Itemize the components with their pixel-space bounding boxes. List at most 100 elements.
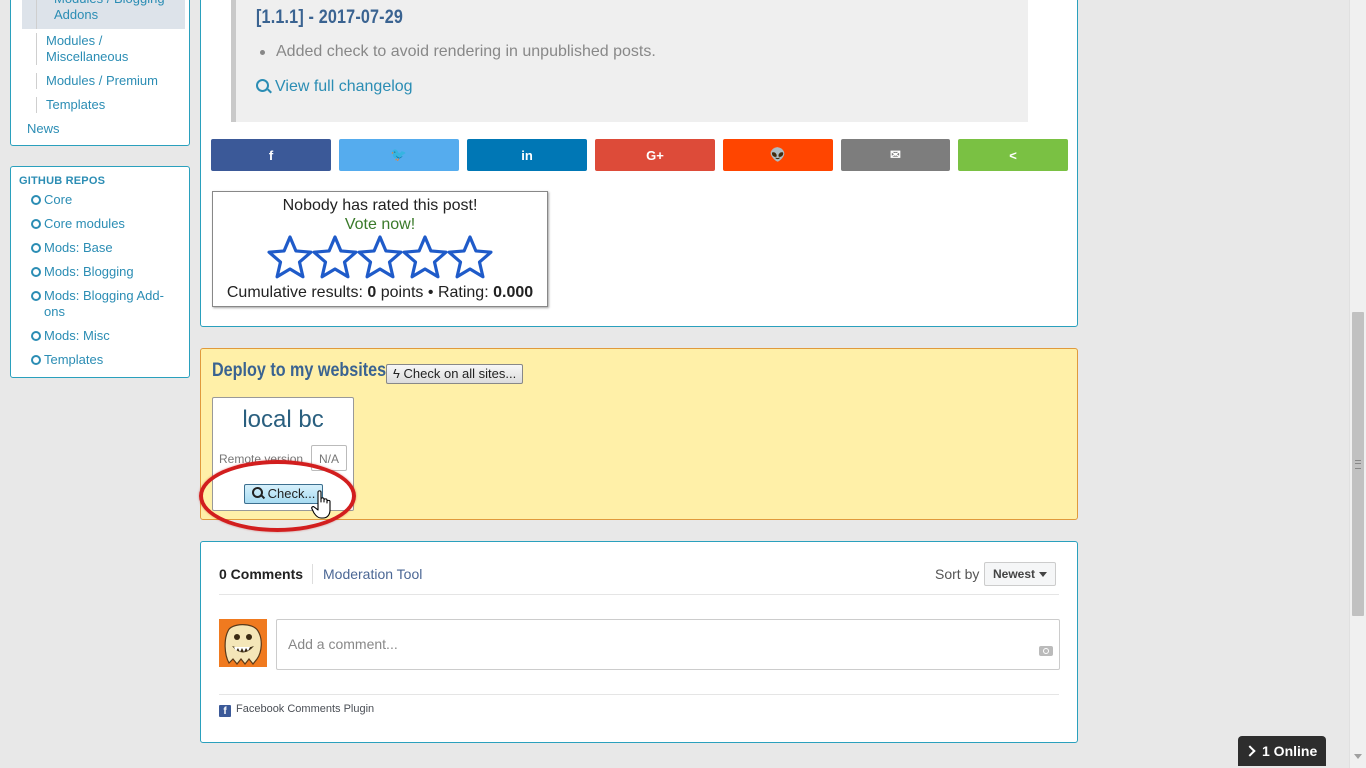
sidebar-item-label: Modules / Blogging Addons — [54, 0, 165, 22]
repo-label: Core — [44, 192, 73, 207]
sort-dropdown[interactable]: Newest — [984, 562, 1056, 586]
share-icon: < — [1009, 147, 1017, 163]
reddit-icon: 👽 — [769, 147, 787, 162]
sidebar-item-label: Templates — [46, 97, 106, 112]
share-button-facebook[interactable]: f — [211, 139, 331, 171]
post-card: [1.1.1] - 2017-07-29 Added check to avoi… — [200, 0, 1078, 327]
view-changelog-link[interactable]: View full changelog — [256, 78, 413, 96]
share-button-reddit[interactable]: 👽 — [723, 139, 833, 171]
sidebar-item-premium[interactable]: Modules / Premium — [36, 73, 188, 89]
scroll-down-icon[interactable] — [1354, 754, 1362, 759]
search-icon — [256, 79, 269, 92]
repo-link-mods-misc[interactable]: Mods: Misc — [31, 328, 181, 344]
star-icon[interactable] — [312, 235, 358, 279]
comments-count: 0 Comments — [219, 566, 304, 582]
scrollbar-thumb[interactable] — [1352, 312, 1364, 616]
plugin-label: Facebook Comments Plugin — [236, 703, 375, 715]
repo-link-mods-base[interactable]: Mods: Base — [31, 240, 181, 256]
remote-version-value: N/A — [311, 445, 347, 471]
star-icon[interactable] — [447, 235, 493, 279]
github-icon — [31, 243, 41, 253]
comment-input[interactable]: Add a comment... — [276, 619, 1060, 670]
page-scrollbar[interactable] — [1349, 0, 1366, 768]
vote-now-label: Vote now! — [344, 216, 416, 233]
moderation-tool-link[interactable]: Moderation Tool — [323, 566, 422, 582]
github-icon — [31, 219, 41, 229]
rating-label: Rating: — [437, 284, 489, 301]
github-icon — [31, 195, 41, 205]
github-repos-box: GITHUB REPOS Core Core modules Mods: Bas… — [10, 166, 190, 378]
share-button-twitter[interactable]: 🐦 — [339, 139, 459, 171]
changelog-box: [1.1.1] - 2017-07-29 Added check to avoi… — [231, 0, 1028, 122]
sidebar-item-miscellaneous[interactable]: Modules / Miscellaneous — [36, 33, 188, 65]
sidebar-item-label: Modules / Miscellaneous — [46, 33, 129, 64]
rating-widget: Nobody has rated this post! Vote now! Cu… — [212, 191, 548, 307]
divider — [219, 594, 1059, 595]
sidebar-nav: Modules / Blogging Addons Modules / Misc… — [10, 0, 190, 146]
github-icon — [31, 355, 41, 365]
divider — [219, 694, 1059, 695]
search-icon — [251, 487, 263, 498]
check-label: Check... — [267, 486, 316, 501]
chevron-right-icon — [1244, 745, 1256, 757]
facebook-plugin-link[interactable]: f Facebook Comments Plugin — [219, 703, 374, 717]
changelog-entry: Added check to avoid rendering in unpubl… — [260, 43, 656, 60]
facebook-icon: f — [219, 705, 231, 717]
star-icon[interactable] — [357, 235, 403, 279]
comments-section: 0 Comments Moderation Tool Sort by Newes… — [200, 541, 1078, 743]
repo-label: Mods: Misc — [44, 328, 110, 343]
rating-results: Cumulative results: 0 points • Rating: 0… — [213, 284, 547, 302]
separator: • — [427, 284, 434, 301]
repo-label: Mods: Blogging — [44, 264, 134, 279]
share-button-google-plus[interactable]: G+ — [595, 139, 715, 171]
points-label: points — [380, 284, 424, 301]
repo-link-mods-blogging[interactable]: Mods: Blogging — [31, 264, 181, 280]
comment-placeholder: Add a comment... — [288, 636, 398, 652]
online-users-widget[interactable]: 1 Online — [1238, 736, 1326, 766]
deploy-title: Deploy to my websites — [212, 360, 387, 381]
sort-value: Newest — [993, 567, 1036, 581]
share-button-share[interactable]: < — [958, 139, 1068, 171]
repo-label: Core modules — [44, 216, 125, 231]
github-icon — [31, 331, 41, 341]
github-icon — [31, 267, 41, 277]
star-icon[interactable] — [402, 235, 448, 279]
repo-link-core-modules[interactable]: Core modules — [31, 216, 181, 232]
sort-by-label: Sort by — [935, 566, 980, 582]
view-changelog-label: View full changelog — [275, 78, 413, 95]
sidebar-item-templates[interactable]: Templates — [36, 97, 188, 113]
site-name: local bc — [242, 406, 324, 433]
remote-version-label: Remote version — [219, 452, 304, 466]
sidebar-item-blogging-addons[interactable]: Modules / Blogging Addons — [22, 0, 185, 29]
points-value: 0 — [367, 284, 377, 301]
linkedin-icon: in — [521, 147, 533, 163]
sidebar-item-news[interactable]: News — [27, 121, 60, 136]
twitter-icon: 🐦 — [390, 147, 408, 162]
rating-stars — [267, 235, 493, 279]
github-repos-title: GITHUB REPOS — [19, 175, 106, 187]
facebook-icon: f — [268, 147, 274, 163]
online-label: 1 Online — [1262, 743, 1318, 759]
repo-label: Mods: Blogging Add-ons — [44, 288, 164, 319]
divider — [312, 564, 313, 584]
repo-label: Mods: Base — [44, 240, 113, 255]
avatar — [219, 619, 267, 667]
share-button-email[interactable]: ✉ — [841, 139, 950, 171]
bolt-icon: ϟ — [393, 366, 400, 381]
sidebar-item-label: Modules / Premium — [46, 73, 158, 88]
caret-down-icon — [1039, 572, 1047, 577]
changelog-version: [1.1.1] - 2017-07-29 — [256, 7, 404, 28]
repo-link-core[interactable]: Core — [31, 192, 181, 208]
github-icon — [31, 291, 41, 301]
check-all-label: Check on all sites... — [403, 366, 517, 381]
repo-link-mods-blogging-addons[interactable]: Mods: Blogging Add-ons — [31, 288, 164, 320]
share-button-linkedin[interactable]: in — [467, 139, 587, 171]
repo-link-templates[interactable]: Templates — [31, 352, 181, 368]
results-prefix: Cumulative results: — [226, 284, 363, 301]
rating-value: 0.000 — [493, 284, 534, 301]
google-plus-icon: G+ — [646, 147, 664, 163]
star-icon[interactable] — [267, 235, 313, 279]
check-all-sites-button[interactable]: ϟ Check on all sites... — [386, 364, 524, 384]
camera-icon[interactable] — [1039, 646, 1053, 656]
email-icon: ✉ — [890, 147, 901, 162]
